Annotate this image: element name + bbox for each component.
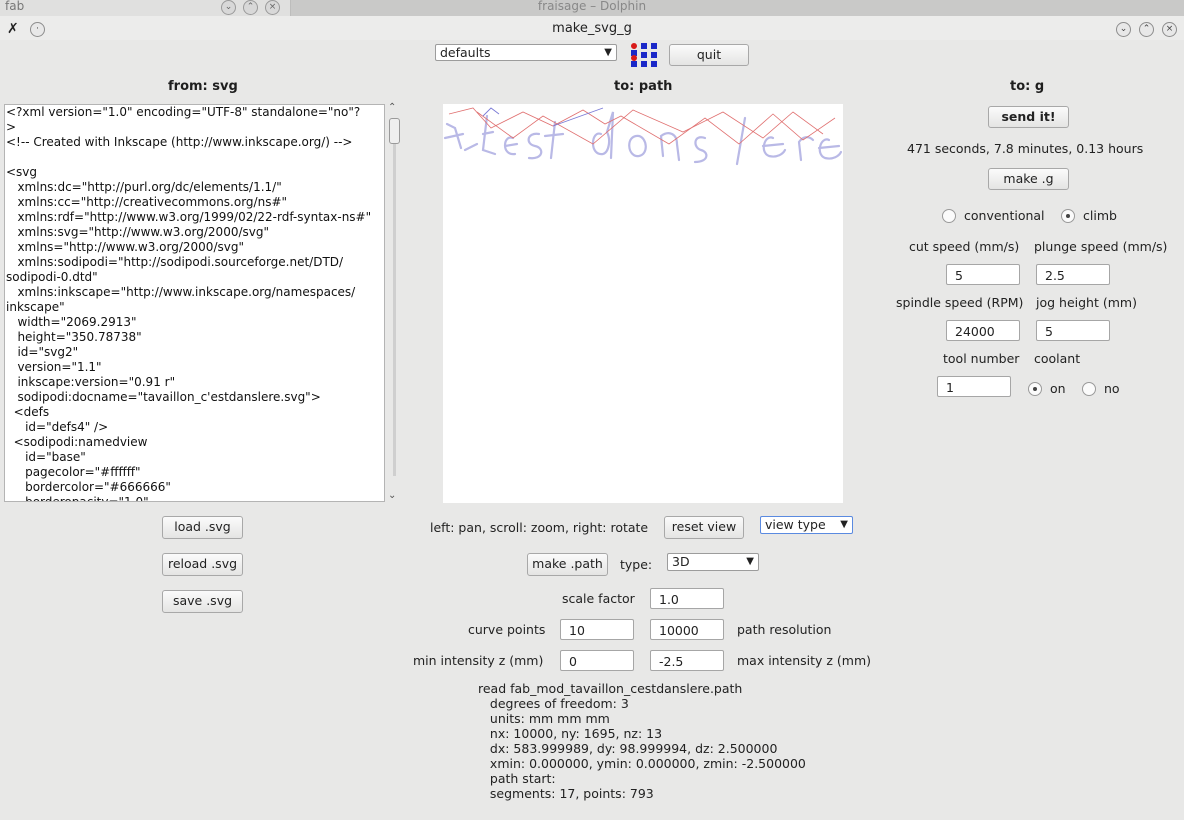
path-resolution-label: path resolution: [737, 622, 832, 637]
type-select-value: 3D: [672, 554, 690, 569]
coolant-no-radio[interactable]: [1082, 382, 1096, 396]
minimize-icon[interactable]: ⌄: [1116, 22, 1131, 37]
preset-select-value: defaults: [440, 45, 491, 60]
view-type-select[interactable]: view type ▼: [760, 516, 853, 534]
cut-speed-label: cut speed (mm/s): [909, 239, 1020, 254]
coolant-label: coolant: [1034, 351, 1081, 366]
path-preview-canvas[interactable]: [443, 104, 843, 503]
close-icon[interactable]: ×: [1162, 22, 1177, 37]
coolant-no-label: no: [1104, 381, 1120, 396]
cut-speed-input[interactable]: 5: [946, 264, 1020, 285]
spindle-speed-label: spindle speed (RPM): [896, 295, 1024, 310]
conventional-label: conventional: [964, 208, 1045, 223]
scroll-down-icon[interactable]: ⌄: [388, 490, 396, 501]
time-estimate-text: 471 seconds, 7.8 minutes, 0.13 hours: [907, 141, 1144, 156]
background-window-fab-title: fab: [5, 0, 25, 13]
send-it-button[interactable]: send it!: [988, 106, 1069, 128]
path-info-text: read fab_mod_tavaillon_cestdanslere.path…: [478, 681, 806, 801]
min-intensity-label: min intensity z (mm): [413, 653, 544, 668]
curve-points-label: curve points: [468, 622, 546, 637]
preset-select[interactable]: defaults ▼: [435, 44, 617, 61]
min-intensity-input[interactable]: 0: [560, 650, 634, 671]
tool-number-input[interactable]: 1: [937, 376, 1011, 397]
svg-text-editor[interactable]: <?xml version="1.0" encoding="UTF-8" sta…: [4, 104, 385, 502]
reload-svg-button[interactable]: reload .svg: [162, 553, 243, 576]
max-intensity-label: max intensity z (mm): [737, 653, 872, 668]
path-resolution-input[interactable]: 10000: [650, 619, 724, 640]
spindle-speed-input[interactable]: 24000: [946, 320, 1020, 341]
view-type-select-value: view type: [765, 517, 826, 532]
type-label: type:: [620, 557, 653, 572]
path-preview-drawing: [443, 107, 843, 166]
coolant-on-label: on: [1050, 381, 1066, 396]
type-select[interactable]: 3D ▼: [667, 553, 759, 571]
scroll-up-icon[interactable]: ⌃: [388, 102, 396, 113]
scrollbar-thumb[interactable]: [389, 118, 400, 144]
jog-height-input[interactable]: 5: [1036, 320, 1110, 341]
load-svg-button[interactable]: load .svg: [162, 516, 243, 539]
curve-points-input[interactable]: 10: [560, 619, 634, 640]
fab-logo-icon: [631, 43, 657, 67]
bg-maximize-icon[interactable]: ⌃: [243, 0, 258, 15]
climb-label: climb: [1083, 208, 1117, 223]
conventional-radio[interactable]: [942, 209, 956, 223]
scrollbar-track[interactable]: [393, 144, 396, 476]
maximize-icon[interactable]: ⌃: [1139, 22, 1154, 37]
plunge-speed-input[interactable]: 2.5: [1036, 264, 1110, 285]
quit-button[interactable]: quit: [669, 44, 749, 66]
plunge-speed-label: plunge speed (mm/s): [1034, 239, 1168, 254]
max-intensity-input[interactable]: -2.5: [650, 650, 724, 671]
view-hint-text: left: pan, scroll: zoom, right: rotate: [430, 520, 649, 535]
to-g-header: to: g: [1010, 79, 1045, 94]
chevron-down-icon: ▼: [604, 47, 612, 58]
bg-minimize-icon[interactable]: ⌄: [221, 0, 236, 15]
jog-height-label: jog height (mm): [1036, 295, 1137, 310]
scale-factor-input[interactable]: 1.0: [650, 588, 724, 609]
make-g-button[interactable]: make .g: [988, 168, 1069, 190]
svg-source-text: <?xml version="1.0" encoding="UTF-8" sta…: [6, 105, 372, 502]
save-svg-button[interactable]: save .svg: [162, 590, 243, 613]
scale-factor-label: scale factor: [562, 591, 635, 606]
to-path-header: to: path: [614, 79, 673, 94]
coolant-on-radio[interactable]: [1028, 382, 1042, 396]
make-path-button[interactable]: make .path: [527, 553, 608, 576]
tool-number-label: tool number: [943, 351, 1020, 366]
chevron-down-icon: ▼: [746, 556, 754, 567]
from-svg-header: from: svg: [168, 79, 238, 94]
bg-close-icon[interactable]: ×: [265, 0, 280, 15]
reset-view-button[interactable]: reset view: [664, 516, 744, 539]
climb-radio[interactable]: [1061, 209, 1075, 223]
chevron-down-icon: ▼: [840, 519, 848, 530]
window-title: make_svg_g: [552, 21, 632, 36]
